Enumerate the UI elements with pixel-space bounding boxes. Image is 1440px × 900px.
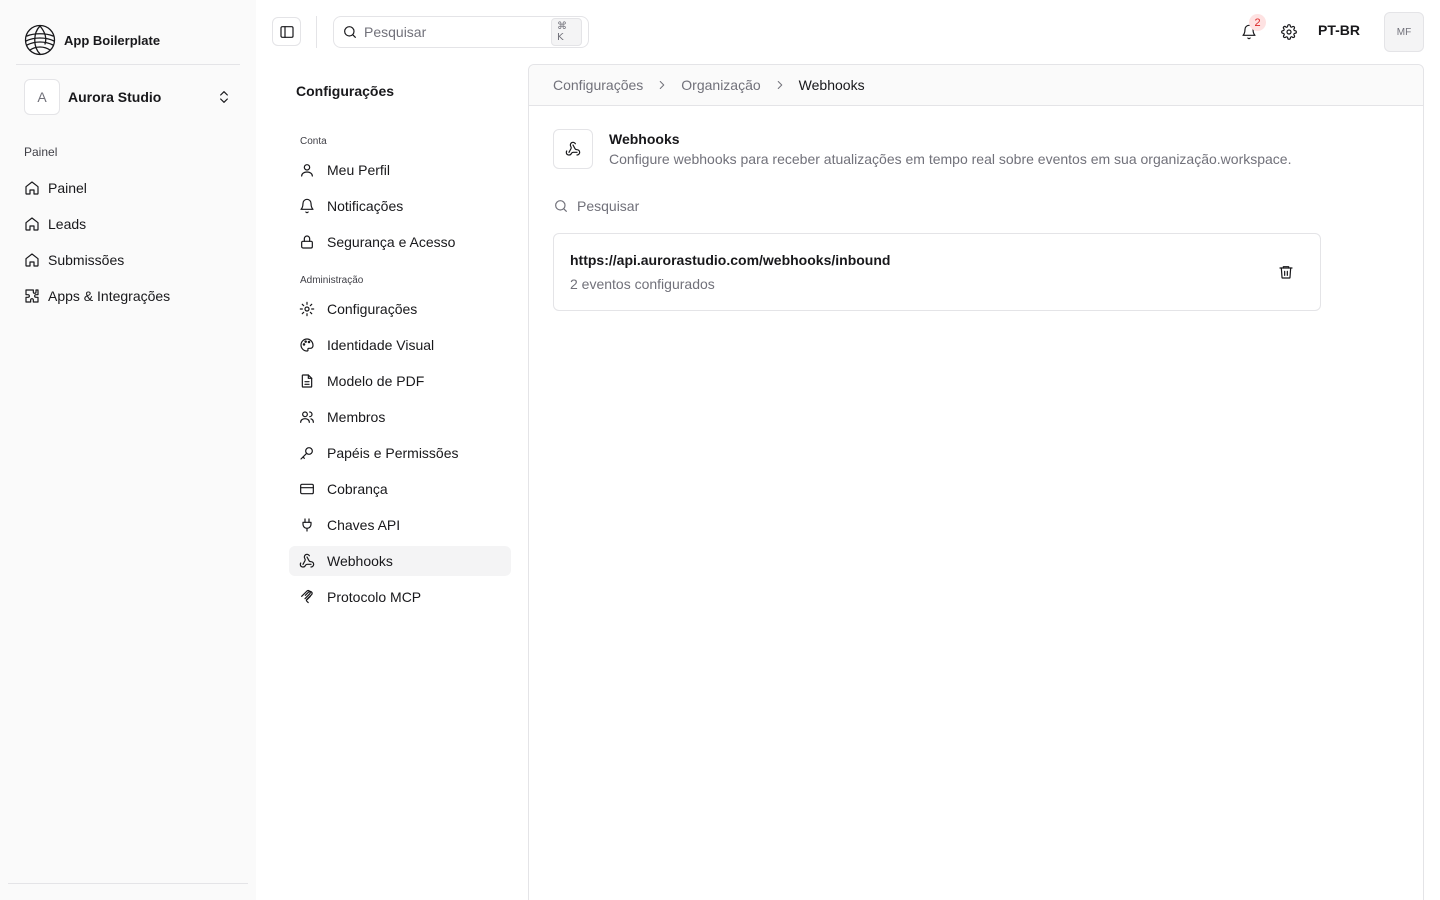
divider — [8, 883, 248, 884]
webhook-icon — [299, 553, 315, 569]
sidebar-item-painel[interactable]: Painel — [16, 170, 240, 206]
breadcrumb-configuracoes[interactable]: Configurações — [553, 77, 643, 93]
home-icon — [24, 216, 40, 232]
gear-icon — [299, 301, 315, 317]
settings-item-label: Segurança e Acesso — [327, 234, 456, 250]
settings-item-chaves-api[interactable]: Chaves API — [289, 510, 511, 540]
webhooks-search[interactable] — [553, 195, 853, 217]
settings-item-label: Membros — [327, 409, 386, 425]
file-text-icon — [299, 373, 315, 389]
webhook-icon — [565, 141, 581, 157]
sidebar-section-label: Painel — [24, 145, 58, 159]
sidebar-item-label: Submissões — [48, 252, 125, 268]
settings-item-label: Configurações — [327, 301, 418, 317]
sidebar-item-apps-integracoes[interactable]: Apps & Integrações — [16, 278, 240, 314]
home-icon — [24, 252, 40, 268]
user-avatar[interactable]: MF — [1384, 12, 1424, 52]
sidebar-item-leads[interactable]: Leads — [16, 206, 240, 242]
trash-icon — [1278, 264, 1294, 280]
search-icon — [342, 24, 358, 40]
sidebar-item-submissoes[interactable]: Submissões — [16, 242, 240, 278]
brand[interactable]: App Boilerplate — [24, 24, 160, 56]
gear-icon — [1281, 24, 1297, 40]
users-icon — [299, 409, 315, 425]
settings-item-notificacoes[interactable]: Notificações — [289, 191, 511, 221]
webhook-url: https://api.aurorastudio.com/webhooks/in… — [570, 252, 891, 268]
sidebar-item-label: Leads — [48, 216, 87, 232]
settings-title: Configurações — [296, 83, 395, 99]
settings-item-label: Chaves API — [327, 517, 401, 533]
delete-webhook-button[interactable] — [1276, 262, 1296, 282]
sidebar-item-label: Apps & Integrações — [48, 288, 171, 304]
search-input[interactable] — [364, 24, 545, 40]
webhooks-header-icon-box — [553, 129, 593, 169]
settings-item-webhooks[interactable]: Webhooks — [289, 546, 511, 576]
settings-item-label: Webhooks — [327, 553, 393, 569]
search-icon — [553, 198, 569, 214]
breadcrumb-organizacao[interactable]: Organização — [681, 77, 760, 93]
org-switcher[interactable]: A Aurora Studio — [24, 79, 240, 115]
chevron-right-icon — [773, 78, 787, 92]
settings-item-label: Identidade Visual — [327, 337, 435, 353]
key-icon — [299, 445, 315, 461]
settings-item-label: Notificações — [327, 198, 404, 214]
settings-item-membros[interactable]: Membros — [289, 402, 511, 432]
user-icon — [299, 162, 315, 178]
plug-icon — [299, 517, 315, 533]
settings-item-protocolo-mcp[interactable]: Protocolo MCP — [289, 582, 511, 612]
webhooks-search-input[interactable] — [577, 198, 837, 214]
page-description: Configure webhooks para receber atualiza… — [609, 151, 1292, 167]
breadcrumb: Configurações Organização Webhooks — [529, 65, 1423, 106]
mcp-icon — [299, 589, 315, 605]
settings-group-label: Administração — [300, 275, 364, 286]
puzzle-icon — [24, 288, 40, 304]
settings-item-modelo-pdf[interactable]: Modelo de PDF — [289, 366, 511, 396]
global-search[interactable]: ⌘ K — [333, 16, 589, 48]
settings-item-label: Modelo de PDF — [327, 373, 425, 389]
webhook-card[interactable]: https://api.aurorastudio.com/webhooks/in… — [553, 233, 1321, 311]
brand-name: App Boilerplate — [64, 32, 161, 48]
settings-item-cobranca[interactable]: Cobrança — [289, 474, 511, 504]
settings-item-label: Protocolo MCP — [327, 589, 422, 605]
sidebar-toggle-button[interactable] — [272, 17, 301, 46]
settings-item-label: Cobrança — [327, 481, 388, 497]
settings-item-meu-perfil[interactable]: Meu Perfil — [289, 155, 511, 185]
panel-left-icon — [279, 24, 295, 40]
org-avatar: A — [24, 79, 60, 115]
topbar-separator — [316, 16, 317, 48]
lock-icon — [299, 234, 315, 250]
palette-icon — [299, 337, 315, 353]
settings-item-label: Papéis e Permissões — [327, 445, 459, 461]
notification-badge: 2 — [1249, 14, 1266, 31]
divider — [16, 64, 240, 65]
chevron-right-icon — [655, 78, 669, 92]
breadcrumb-webhooks: Webhooks — [798, 77, 865, 93]
settings-item-papeis-permissoes[interactable]: Papéis e Permissões — [289, 438, 511, 468]
app-sidebar: App Boilerplate A Aurora Studio Painel P… — [0, 0, 256, 900]
chevrons-up-down-icon — [216, 89, 232, 105]
settings-item-identidade-visual[interactable]: Identidade Visual — [289, 330, 511, 360]
org-name: Aurora Studio — [68, 89, 162, 105]
credit-card-icon — [299, 481, 315, 497]
language-switcher[interactable]: PT-BR — [1318, 22, 1360, 38]
page-title: Webhooks — [609, 131, 680, 147]
settings-item-configuracoes[interactable]: Configurações — [289, 294, 511, 324]
sidebar-item-label: Painel — [48, 180, 87, 196]
webhook-events-count: 2 eventos configurados — [570, 276, 715, 292]
settings-button[interactable] — [1278, 21, 1300, 43]
logo-icon — [24, 24, 56, 56]
sidebar-nav: Painel Leads Submissões Apps & Integraçõ… — [16, 170, 240, 314]
bell-icon — [299, 198, 315, 214]
settings-item-label: Meu Perfil — [327, 162, 391, 178]
home-icon — [24, 180, 40, 196]
search-shortcut: ⌘ K — [551, 18, 582, 46]
settings-group-label: Conta — [300, 136, 327, 147]
settings-item-seguranca[interactable]: Segurança e Acesso — [289, 227, 511, 257]
main-panel: Configurações Organização Webhooks Webho… — [528, 64, 1424, 900]
